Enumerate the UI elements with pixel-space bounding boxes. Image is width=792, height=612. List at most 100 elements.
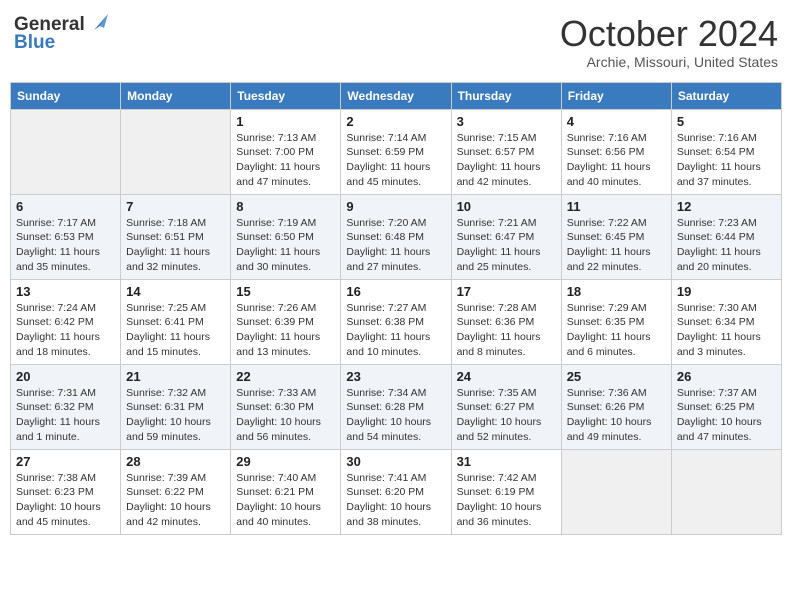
table-row: 29 Sunrise: 7:40 AMSunset: 6:21 PMDayligh… <box>231 449 341 534</box>
table-row: 6 Sunrise: 7:17 AMSunset: 6:53 PMDaylight… <box>11 194 121 279</box>
day-number: 15 <box>236 284 335 299</box>
day-number: 1 <box>236 114 335 129</box>
table-row: 2Sunrise: 7:14 AMSunset: 6:59 PMDaylight… <box>341 109 451 194</box>
day-info: Sunrise: 7:30 AMSunset: 6:34 PMDaylight:… <box>677 301 776 360</box>
month-title: October 2024 <box>560 14 778 54</box>
location: Archie, Missouri, United States <box>560 54 778 70</box>
day-info: Sunrise: 7:25 AMSunset: 6:41 PMDaylight:… <box>126 301 225 360</box>
table-row: 1 Sunrise: 7:13 AMSunset: 7:00 PMDaylight… <box>231 109 341 194</box>
day-number: 28 <box>126 454 225 469</box>
day-number: 30 <box>346 454 445 469</box>
day-number: 12 <box>677 199 776 214</box>
day-info: Sunrise: 7:23 AMSunset: 6:44 PMDaylight:… <box>677 216 776 275</box>
calendar-week-row: 13Sunrise: 7:24 AMSunset: 6:42 PMDayligh… <box>11 279 782 364</box>
table-row: 23Sunrise: 7:34 AMSunset: 6:28 PMDayligh… <box>341 364 451 449</box>
col-thursday: Thursday <box>451 82 561 109</box>
day-info: Sunrise: 7:13 AMSunset: 7:00 PMDaylight:… <box>236 131 335 190</box>
day-info: Sunrise: 7:16 AMSunset: 6:56 PMDaylight:… <box>567 131 666 190</box>
table-row: 27Sunrise: 7:38 AMSunset: 6:23 PMDayligh… <box>11 449 121 534</box>
day-info: Sunrise: 7:37 AMSunset: 6:25 PMDaylight:… <box>677 386 776 445</box>
day-info: Sunrise: 7:36 AMSunset: 6:26 PMDaylight:… <box>567 386 666 445</box>
table-row: 28 Sunrise: 7:39 AMSunset: 6:22 PMDayligh… <box>121 449 231 534</box>
page-header: General Blue October 2024 Archie, Missou… <box>10 10 782 74</box>
day-info: Sunrise: 7:29 AMSunset: 6:35 PMDaylight:… <box>567 301 666 360</box>
day-info: Sunrise: 7:26 AMSunset: 6:39 PMDaylight:… <box>236 301 335 360</box>
calendar-week-row: 1 Sunrise: 7:13 AMSunset: 7:00 PMDaylight… <box>11 109 782 194</box>
day-number: 18 <box>567 284 666 299</box>
col-tuesday: Tuesday <box>231 82 341 109</box>
day-number: 27 <box>16 454 115 469</box>
calendar-week-row: 27Sunrise: 7:38 AMSunset: 6:23 PMDayligh… <box>11 449 782 534</box>
table-row: 9 Sunrise: 7:20 AMSunset: 6:48 PMDaylight… <box>341 194 451 279</box>
day-number: 5 <box>677 114 776 129</box>
table-row: 15 Sunrise: 7:26 AMSunset: 6:39 PMDayligh… <box>231 279 341 364</box>
day-number: 24 <box>457 369 556 384</box>
day-info: Sunrise: 7:24 AMSunset: 6:42 PMDaylight:… <box>16 301 115 360</box>
table-row: 3 Sunrise: 7:15 AMSunset: 6:57 PMDaylight… <box>451 109 561 194</box>
day-number: 4 <box>567 114 666 129</box>
day-number: 10 <box>457 199 556 214</box>
table-row: 5 Sunrise: 7:16 AMSunset: 6:54 PMDaylight… <box>671 109 781 194</box>
day-info: Sunrise: 7:42 AMSunset: 6:19 PMDaylight:… <box>457 471 556 530</box>
logo-blue-text: Blue <box>14 32 55 54</box>
table-row: 11 Sunrise: 7:22 AMSunset: 6:45 PMDayligh… <box>561 194 671 279</box>
table-row <box>11 109 121 194</box>
day-number: 11 <box>567 199 666 214</box>
table-row: 4 Sunrise: 7:16 AMSunset: 6:56 PMDaylight… <box>561 109 671 194</box>
table-row: 8Sunrise: 7:19 AMSunset: 6:50 PMDaylight… <box>231 194 341 279</box>
day-info: Sunrise: 7:16 AMSunset: 6:54 PMDaylight:… <box>677 131 776 190</box>
table-row: 10Sunrise: 7:21 AMSunset: 6:47 PMDayligh… <box>451 194 561 279</box>
day-info: Sunrise: 7:28 AMSunset: 6:36 PMDaylight:… <box>457 301 556 360</box>
table-row: 20Sunrise: 7:31 AMSunset: 6:32 PMDayligh… <box>11 364 121 449</box>
table-row: 18 Sunrise: 7:29 AMSunset: 6:35 PMDayligh… <box>561 279 671 364</box>
table-row: 17 Sunrise: 7:28 AMSunset: 6:36 PMDayligh… <box>451 279 561 364</box>
day-info: Sunrise: 7:20 AMSunset: 6:48 PMDaylight:… <box>346 216 445 275</box>
day-number: 17 <box>457 284 556 299</box>
day-info: Sunrise: 7:17 AMSunset: 6:53 PMDaylight:… <box>16 216 115 275</box>
calendar-header-row: Sunday Monday Tuesday Wednesday Thursday… <box>11 82 782 109</box>
table-row <box>671 449 781 534</box>
table-row: 13Sunrise: 7:24 AMSunset: 6:42 PMDayligh… <box>11 279 121 364</box>
day-info: Sunrise: 7:33 AMSunset: 6:30 PMDaylight:… <box>236 386 335 445</box>
col-sunday: Sunday <box>11 82 121 109</box>
day-info: Sunrise: 7:40 AMSunset: 6:21 PMDaylight:… <box>236 471 335 530</box>
day-info: Sunrise: 7:39 AMSunset: 6:22 PMDaylight:… <box>126 471 225 530</box>
col-saturday: Saturday <box>671 82 781 109</box>
day-number: 16 <box>346 284 445 299</box>
day-number: 26 <box>677 369 776 384</box>
day-number: 7 <box>126 199 225 214</box>
day-info: Sunrise: 7:41 AMSunset: 6:20 PMDaylight:… <box>346 471 445 530</box>
day-number: 22 <box>236 369 335 384</box>
table-row: 7 Sunrise: 7:18 AMSunset: 6:51 PMDaylight… <box>121 194 231 279</box>
day-info: Sunrise: 7:31 AMSunset: 6:32 PMDaylight:… <box>16 386 115 445</box>
day-number: 8 <box>236 199 335 214</box>
logo: General Blue <box>14 14 108 54</box>
table-row: 25Sunrise: 7:36 AMSunset: 6:26 PMDayligh… <box>561 364 671 449</box>
table-row <box>121 109 231 194</box>
day-number: 3 <box>457 114 556 129</box>
table-row: 22 Sunrise: 7:33 AMSunset: 6:30 PMDayligh… <box>231 364 341 449</box>
day-info: Sunrise: 7:18 AMSunset: 6:51 PMDaylight:… <box>126 216 225 275</box>
day-number: 9 <box>346 199 445 214</box>
day-number: 19 <box>677 284 776 299</box>
table-row: 19 Sunrise: 7:30 AMSunset: 6:34 PMDayligh… <box>671 279 781 364</box>
day-info: Sunrise: 7:15 AMSunset: 6:57 PMDaylight:… <box>457 131 556 190</box>
day-info: Sunrise: 7:35 AMSunset: 6:27 PMDaylight:… <box>457 386 556 445</box>
table-row: 24 Sunrise: 7:35 AMSunset: 6:27 PMDayligh… <box>451 364 561 449</box>
table-row: 21Sunrise: 7:32 AMSunset: 6:31 PMDayligh… <box>121 364 231 449</box>
table-row <box>561 449 671 534</box>
col-friday: Friday <box>561 82 671 109</box>
col-monday: Monday <box>121 82 231 109</box>
logo-bird-icon <box>86 12 108 34</box>
day-info: Sunrise: 7:22 AMSunset: 6:45 PMDaylight:… <box>567 216 666 275</box>
calendar-table: Sunday Monday Tuesday Wednesday Thursday… <box>10 82 782 535</box>
day-info: Sunrise: 7:32 AMSunset: 6:31 PMDaylight:… <box>126 386 225 445</box>
day-number: 14 <box>126 284 225 299</box>
day-info: Sunrise: 7:27 AMSunset: 6:38 PMDaylight:… <box>346 301 445 360</box>
calendar-week-row: 20Sunrise: 7:31 AMSunset: 6:32 PMDayligh… <box>11 364 782 449</box>
day-number: 6 <box>16 199 115 214</box>
day-number: 29 <box>236 454 335 469</box>
day-info: Sunrise: 7:34 AMSunset: 6:28 PMDaylight:… <box>346 386 445 445</box>
table-row: 31Sunrise: 7:42 AMSunset: 6:19 PMDayligh… <box>451 449 561 534</box>
table-row: 16 Sunrise: 7:27 AMSunset: 6:38 PMDayligh… <box>341 279 451 364</box>
